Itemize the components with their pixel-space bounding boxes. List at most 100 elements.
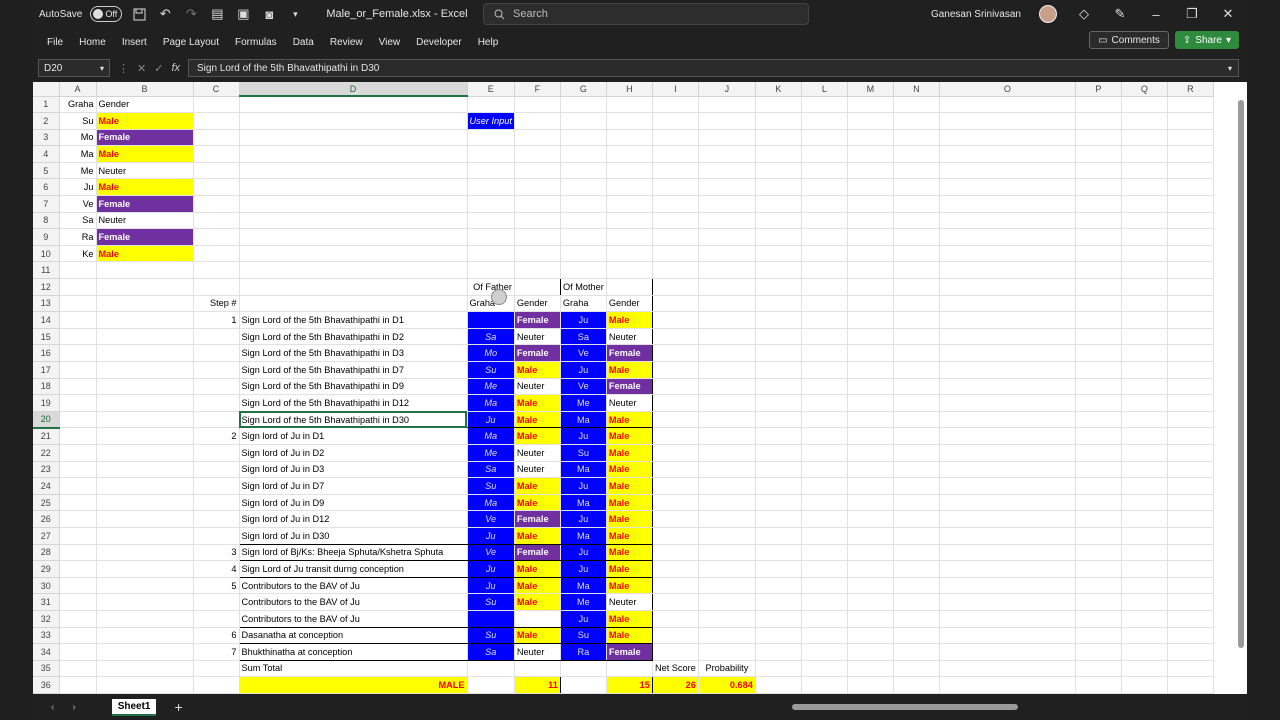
cell[interactable] — [59, 461, 97, 479]
cell[interactable] — [59, 560, 97, 578]
column-header-d[interactable]: D — [239, 82, 468, 97]
cell[interactable] — [560, 195, 607, 213]
father-graha-input[interactable]: Ve — [466, 543, 515, 562]
cell[interactable] — [652, 593, 699, 611]
mother-graha-input[interactable]: Ju — [559, 543, 607, 562]
cell[interactable] — [893, 477, 940, 495]
cell[interactable] — [239, 228, 468, 246]
row-header[interactable]: 13 — [33, 295, 60, 313]
cell[interactable] — [801, 411, 848, 429]
mother-graha-input[interactable]: Ju — [559, 361, 607, 379]
mother-graha-input[interactable]: Ju — [559, 560, 607, 578]
cell[interactable] — [801, 676, 848, 694]
cell[interactable] — [939, 245, 1076, 263]
cell[interactable] — [801, 212, 848, 230]
cell[interactable] — [698, 427, 756, 445]
cell[interactable] — [847, 361, 894, 379]
customize-toolbar-icon[interactable]: ▾ — [286, 5, 304, 23]
step-number[interactable]: 3 — [193, 544, 240, 562]
cell[interactable] — [698, 295, 756, 313]
cell[interactable] — [652, 527, 699, 545]
more-icon[interactable]: ⋮ — [118, 62, 129, 75]
cell[interactable] — [1121, 593, 1168, 611]
cell[interactable] — [939, 212, 1076, 230]
cell[interactable] — [893, 394, 940, 412]
cell[interactable] — [801, 461, 848, 479]
cell[interactable] — [1167, 311, 1214, 329]
cell[interactable] — [755, 427, 802, 445]
formula-input[interactable]: Sign Lord of the 5th Bhavathipathi in D3… — [188, 59, 1239, 77]
cell[interactable] — [1121, 245, 1168, 263]
cell[interactable] — [1075, 427, 1122, 445]
cell[interactable] — [847, 660, 894, 678]
column-header-h[interactable]: H — [606, 82, 653, 97]
cell[interactable] — [847, 676, 894, 694]
comments-button[interactable]: ▭ Comments — [1089, 31, 1169, 49]
cell[interactable] — [893, 228, 940, 246]
cell[interactable] — [801, 245, 848, 263]
cell[interactable] — [467, 228, 515, 246]
row-header[interactable]: 32 — [33, 610, 60, 628]
column-header-c[interactable]: C — [193, 82, 240, 97]
cell[interactable] — [606, 195, 653, 213]
cell[interactable] — [1075, 162, 1122, 180]
mother-gender[interactable]: Female — [605, 643, 653, 661]
father-gender[interactable]: Female — [513, 510, 561, 528]
cell[interactable] — [755, 328, 802, 346]
cell[interactable] — [939, 261, 1076, 280]
cell[interactable] — [893, 461, 940, 479]
cell[interactable] — [939, 162, 1076, 180]
cell[interactable] — [1121, 112, 1168, 130]
cell[interactable] — [1167, 411, 1214, 429]
mother-gender[interactable]: Male — [605, 444, 653, 462]
name-box[interactable]: D20 ▾ — [38, 59, 110, 77]
cell[interactable] — [1121, 676, 1168, 694]
step-description[interactable]: Sign lord of Ju in D3 — [238, 461, 468, 479]
row-header[interactable]: 19 — [33, 394, 60, 412]
cell[interactable] — [939, 378, 1076, 396]
cell[interactable] — [893, 311, 940, 329]
cell[interactable] — [96, 328, 194, 346]
cell[interactable] — [755, 577, 802, 595]
cell[interactable] — [96, 361, 194, 379]
step-number[interactable]: 7 — [193, 643, 240, 661]
mother-gender[interactable]: Male — [605, 461, 653, 479]
undo-icon[interactable]: ↶ — [156, 5, 174, 23]
mother-gender[interactable]: Male — [605, 494, 653, 512]
cell[interactable] — [606, 245, 653, 263]
cell[interactable] — [96, 676, 194, 694]
cell[interactable] — [239, 145, 468, 163]
mother-graha-input[interactable]: Ju — [559, 510, 607, 528]
father-gender[interactable]: Female — [513, 543, 561, 562]
cell[interactable] — [939, 328, 1076, 346]
cell[interactable] — [755, 195, 802, 213]
cell[interactable] — [193, 162, 240, 180]
cell[interactable] — [755, 361, 802, 379]
cell[interactable] — [1167, 112, 1214, 130]
mother-gender[interactable]: Male — [605, 626, 653, 645]
cell[interactable] — [801, 494, 848, 512]
probability[interactable]: 0.684 — [698, 676, 756, 694]
cell[interactable] — [59, 311, 97, 329]
enter-icon[interactable]: ✓ — [154, 62, 163, 75]
cell[interactable] — [59, 427, 97, 445]
cell[interactable] — [96, 261, 194, 280]
graha-cell[interactable]: Ma — [59, 145, 97, 163]
father-gender[interactable]: Neuter — [513, 444, 561, 462]
cell[interactable] — [239, 178, 468, 197]
cell[interactable] — [801, 610, 848, 628]
cell[interactable] — [1167, 593, 1214, 611]
mother-graha-input[interactable]: Ju — [559, 311, 607, 329]
cell[interactable] — [1121, 510, 1168, 528]
cell[interactable] — [1075, 245, 1122, 263]
cell[interactable] — [1075, 344, 1122, 362]
cell[interactable] — [698, 195, 756, 213]
cell[interactable] — [239, 129, 468, 147]
cell[interactable] — [755, 245, 802, 263]
probability-header[interactable]: Probability — [698, 660, 756, 678]
step-description[interactable]: Sign Lord of the 5th Bhavathipathi in D9 — [238, 378, 468, 396]
cell[interactable] — [755, 261, 802, 280]
father-gender[interactable]: Male — [513, 494, 561, 512]
cell[interactable] — [893, 560, 940, 578]
autosave-toggle[interactable]: Off — [90, 6, 123, 22]
